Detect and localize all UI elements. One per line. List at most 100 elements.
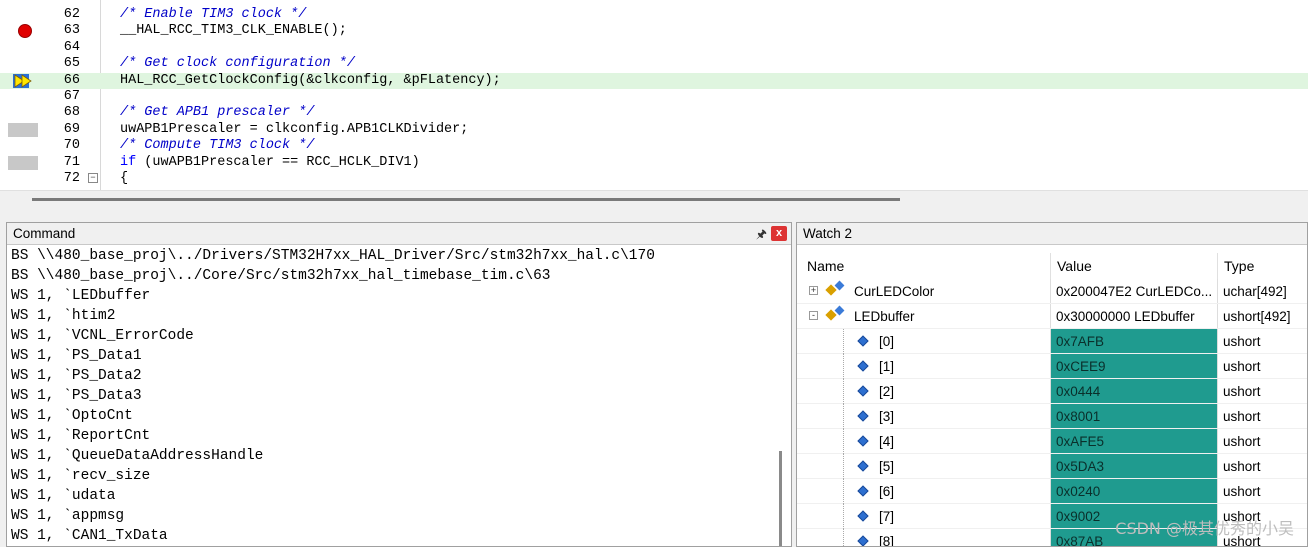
command-output[interactable]: BS \\480_base_proj\../Drivers/STM32H7xx_… [7,246,777,546]
code-line[interactable]: 62 /* Enable TIM3 clock */ [0,7,1308,23]
watch-value-cell[interactable]: 0xAFE5 [1050,429,1217,453]
line-number: 63 [63,23,80,39]
variable-struct-icon [825,305,845,323]
watch-value-cell[interactable]: 0x30000000 LEDbuffer [1050,304,1217,328]
watch-row[interactable]: - LEDbuffer 0x30000000 LEDbuffer ushort[492… [797,304,1307,329]
column-header-type[interactable]: Type [1217,253,1307,279]
tree-connector [843,429,844,454]
watch-value-cell[interactable]: 0x200047E2 CurLEDCo... [1050,279,1217,303]
column-header-name[interactable]: Name [797,253,1050,279]
watch-element-index: [5] [879,459,895,474]
watch-row[interactable]: [3] 0x8001 ushort [797,404,1307,429]
tree-connector [843,354,844,379]
watch-type-cell: ushort [1217,454,1307,478]
line-number: 67 [63,89,80,104]
array-element-icon [857,535,869,546]
command-panel-header: Command 🖈 x [7,223,791,245]
code-line[interactable]: 63 __HAL_RCC_TIM3_CLK_ENABLE(); [0,23,1308,39]
code-line[interactable]: 65 /* Get clock configuration */ [0,56,1308,72]
watch-element-index: [0] [879,334,895,349]
code-text: __HAL_RCC_TIM3_CLK_ENABLE(); [120,23,347,39]
expand-icon[interactable]: + [809,286,818,295]
watch-row[interactable]: [5] 0x5DA3 ushort [797,454,1307,479]
watch-row[interactable]: [4] 0xAFE5 ushort [797,429,1307,454]
watch-variable-name: LEDbuffer [854,309,915,324]
watch-variable-name: CurLEDColor [854,284,935,299]
watch-row[interactable]: [1] 0xCEE9 ushort [797,354,1307,379]
line-number: 62 [63,7,80,22]
watch-value-cell[interactable]: 0x5DA3 [1050,454,1217,478]
code-line[interactable]: 70 /* Compute TIM3 clock */ [0,138,1308,154]
code-text: HAL_RCC_GetClockConfig(&clkconfig, &pFLa… [120,72,501,88]
watch-value-cell[interactable]: 0x0240 [1050,479,1217,503]
watch-row[interactable]: + CurLEDColor 0x200047E2 CurLEDCo... uchar[… [797,279,1307,304]
close-icon[interactable]: x [771,226,787,241]
command-line: WS 1, `ReportCnt [11,428,151,444]
watch-element-index: [8] [879,534,895,547]
code-line[interactable]: 71 if (uwAPB1Prescaler == RCC_HCLK_DIV1) [0,155,1308,171]
code-comment: /* Get clock configuration */ [120,56,355,72]
code-line[interactable]: 67 [0,89,1308,105]
code-text: /* Get APB1 prescaler */ [120,105,314,121]
watch-type-cell: ushort [1217,354,1307,378]
watermark: CSDN @极其优秀的小吴 [1115,519,1294,538]
code-text: { [120,171,129,186]
watch-type-cell: ushort [1217,479,1307,503]
command-vertical-scrollbar[interactable] [779,451,782,546]
array-element-icon [857,335,869,347]
watch-type-cell: ushort[492] [1217,304,1307,328]
code-editor[interactable]: 62 /* Enable TIM3 clock */ 63 __HAL_RCC_TIM… [0,0,1308,215]
watch-element-index: [1] [879,359,895,374]
command-line: WS 1, `VCNL_ErrorCode [11,328,194,344]
line-number: 64 [63,39,80,55]
tree-connector [843,504,844,529]
column-header-value[interactable]: Value [1050,253,1217,279]
tree-connector [843,529,844,546]
watch-row[interactable]: [6] 0x0240 ushort [797,479,1307,504]
watch-type-cell: ushort [1217,404,1307,428]
watch-row[interactable]: [0] 0x7AFB ushort [797,329,1307,354]
code-line[interactable]: 69 uwAPB1Prescaler = clkconfig.APB1CLKDiv… [0,122,1308,138]
code-text: /* Get clock configuration */ [120,56,355,72]
scrollbar-thumb[interactable] [32,198,900,201]
array-element-icon [857,360,869,372]
code-line[interactable]: 64 [0,40,1308,56]
watch-element-index: [4] [879,434,895,449]
code-comment: /* Enable TIM3 clock */ [120,7,307,22]
current-execution-arrow-icon [13,73,32,88]
line-number: 66 [63,72,80,88]
watch-value-cell[interactable]: 0x0444 [1050,379,1217,403]
watch-value-cell[interactable]: 0x7AFB [1050,329,1217,353]
array-element-icon [857,485,869,497]
fold-toggle-icon[interactable]: − [88,173,98,183]
executable-line-marker[interactable] [8,122,38,137]
array-element-icon [857,460,869,472]
watch-panel-title: Watch 2 [797,223,1307,245]
watch-element-index: [2] [879,384,895,399]
code-line[interactable]: −72 { [0,171,1308,187]
watch-type-cell: ushort [1217,429,1307,453]
line-number: 65 [63,56,80,72]
breakpoint-icon[interactable] [18,24,32,39]
watch-column-headers: Name Value Type [797,253,1307,279]
code-text: if (uwAPB1Prescaler == RCC_HCLK_DIV1) [120,154,420,170]
command-line: BS \\480_base_proj\../Drivers/STM32H7xx_… [11,248,655,264]
command-line: WS 1, `QueueDataAddressHandle [11,448,264,464]
pin-icon[interactable]: 🖈 [756,223,767,245]
code-line[interactable]: 66 HAL_RCC_GetClockConfig(&clkconfig, &pF… [0,72,1308,89]
command-line: WS 1, `OptoCnt [11,408,133,424]
watch-value-cell[interactable]: 0x8001 [1050,404,1217,428]
command-line: WS 1, `recv_size [11,468,151,484]
code-line[interactable]: 68 /* Get APB1 prescaler */ [0,105,1308,121]
command-panel-title: Command [13,226,76,241]
code-keyword: if [120,154,137,170]
command-line: WS 1, `appmsg [11,508,125,524]
line-number: 69 [63,121,80,137]
collapse-icon[interactable]: - [809,311,818,320]
watch-value-cell[interactable]: 0xCEE9 [1050,354,1217,378]
editor-horizontal-scrollbar[interactable] [0,190,1308,215]
watch-type-cell: ushort [1217,329,1307,353]
tree-connector [843,329,844,354]
watch-row[interactable]: [2] 0x0444 ushort [797,379,1307,404]
executable-line-marker[interactable] [8,155,38,170]
